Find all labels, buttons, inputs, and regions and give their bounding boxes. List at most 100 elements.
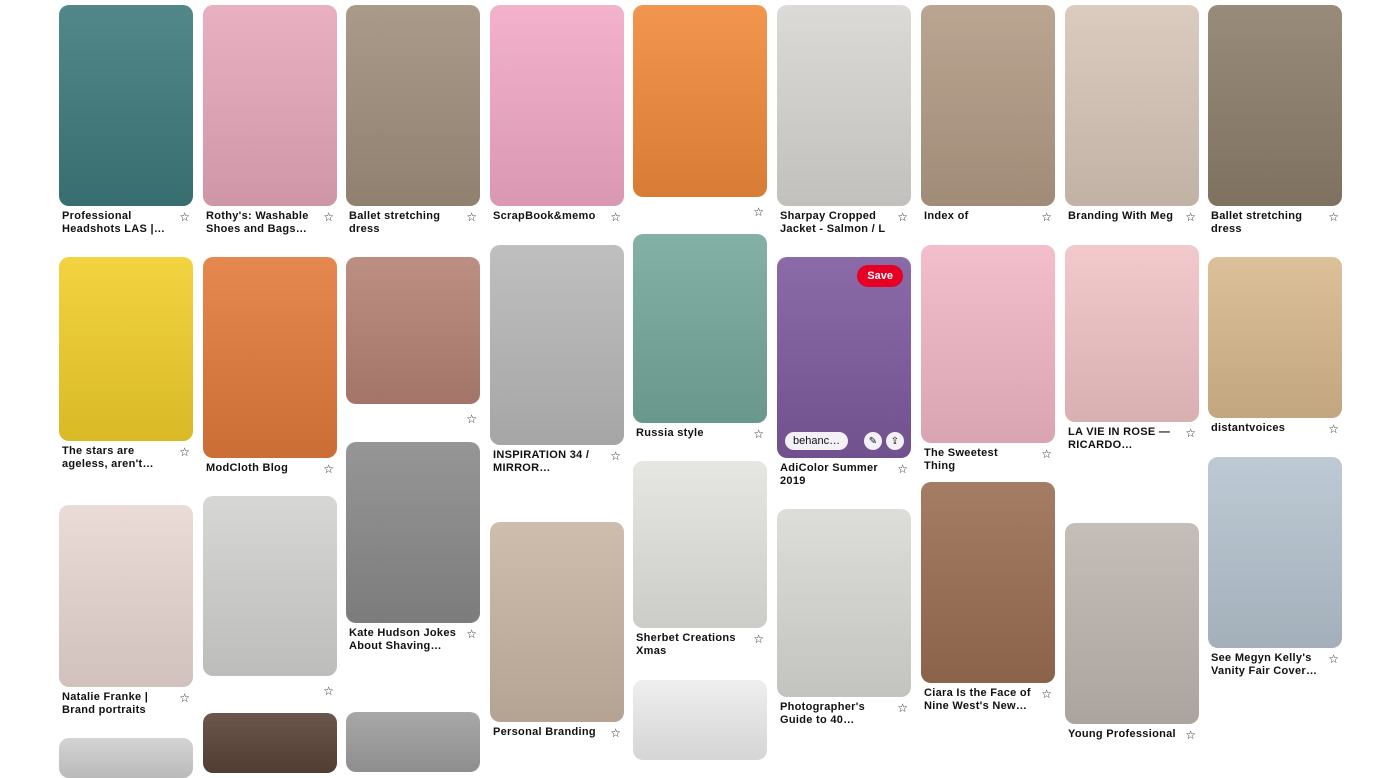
star-icon[interactable]: ☆ [897, 702, 908, 714]
pin-image[interactable] [59, 738, 193, 778]
pin-image[interactable] [203, 5, 337, 206]
star-icon[interactable]: ☆ [610, 211, 621, 223]
star-icon[interactable]: ☆ [1041, 448, 1052, 460]
pin-card[interactable]: Professional Headshots LAS |… ☆ [59, 5, 193, 236]
pin-card[interactable]: The Sweetest Thing ☆ [921, 245, 1055, 473]
pin-image[interactable] [777, 509, 911, 697]
pin-card[interactable]: INSPIRATION 34 / MIRROR… ☆ [490, 245, 624, 475]
pin-image[interactable] [1208, 457, 1342, 648]
star-icon[interactable]: ☆ [179, 446, 190, 458]
pin-title: LA VIE IN ROSE — RICARDO… [1068, 426, 1171, 451]
pin-card[interactable]: Photographer's Guide to 40… ☆ [777, 509, 911, 727]
pin-card[interactable]: ModCloth Blog ☆ [203, 257, 337, 475]
star-icon[interactable]: ☆ [466, 628, 477, 640]
pin-image[interactable]: Save behanc… ✎ ⇪ [777, 257, 911, 458]
pin-title: The Sweetest Thing [924, 447, 998, 472]
pin-image[interactable] [203, 257, 337, 458]
star-icon[interactable]: ☆ [1041, 688, 1052, 700]
pin-image[interactable] [490, 5, 624, 206]
pin-title: The stars are ageless, aren't… [62, 445, 154, 470]
star-icon[interactable]: ☆ [179, 692, 190, 704]
pin-image[interactable] [633, 234, 767, 423]
star-icon[interactable]: ☆ [1328, 423, 1339, 435]
star-icon[interactable]: ☆ [179, 211, 190, 223]
pin-image[interactable] [921, 5, 1055, 206]
pin-card[interactable]: Natalie Franke | Brand portraits ☆ [59, 505, 193, 717]
pin-card[interactable]: See Megyn Kelly's Vanity Fair Cover… ☆ [1208, 457, 1342, 678]
star-icon[interactable]: ☆ [897, 463, 908, 475]
star-icon[interactable]: ☆ [466, 211, 477, 223]
pin-image[interactable] [203, 713, 337, 773]
pin-card[interactable]: Young Professional ☆ [1065, 523, 1199, 741]
star-icon[interactable]: ☆ [1185, 427, 1196, 439]
pin-image[interactable] [59, 505, 193, 687]
pin-title: Professional Headshots LAS |… [62, 210, 166, 235]
pin-card[interactable]: Ballet stretching dress ☆ [1208, 5, 1342, 236]
pin-card[interactable]: distantvoices ☆ [1208, 257, 1342, 435]
pin-card[interactable]: Ballet stretching dress ☆ [346, 5, 480, 236]
pin-image[interactable] [346, 712, 480, 772]
star-icon[interactable]: ☆ [897, 211, 908, 223]
source-link[interactable]: behanc… [785, 432, 849, 450]
pin-card[interactable]: ☆ [633, 5, 767, 221]
star-icon[interactable]: ☆ [466, 412, 477, 426]
star-icon[interactable]: ☆ [323, 684, 334, 698]
edit-icon[interactable]: ✎ [864, 432, 882, 450]
pin-image[interactable] [633, 461, 767, 628]
pin-card[interactable]: Branding With Meg ☆ [1065, 5, 1199, 223]
pin-image[interactable] [1065, 5, 1199, 206]
pin-card[interactable]: Ciara Is the Face of Nine West's New… ☆ [921, 482, 1055, 713]
pin-card[interactable] [203, 713, 337, 773]
pin-card[interactable] [633, 680, 767, 760]
pin-card[interactable]: Save behanc… ✎ ⇪ AdiColor Summer 2019 ☆ [777, 257, 911, 488]
pin-image[interactable] [346, 5, 480, 206]
pin-card[interactable]: ScrapBook&memo ☆ [490, 5, 624, 223]
pin-image[interactable] [59, 257, 193, 441]
pin-image[interactable] [203, 496, 337, 676]
pin-card[interactable]: Sherbet Creations Xmas ☆ [633, 461, 767, 658]
pin-title: ModCloth Blog [206, 462, 289, 474]
pin-image[interactable] [346, 257, 480, 404]
pin-card[interactable] [59, 738, 193, 778]
pin-image[interactable] [1065, 245, 1199, 422]
pin-card[interactable]: Personal Branding ☆ [490, 522, 624, 739]
pin-image[interactable] [633, 5, 767, 197]
pin-image[interactable] [346, 442, 480, 623]
pin-card[interactable]: ☆ [203, 496, 337, 700]
star-icon[interactable]: ☆ [610, 450, 621, 462]
star-icon[interactable]: ☆ [1041, 211, 1052, 223]
star-icon[interactable]: ☆ [1328, 211, 1339, 223]
star-icon[interactable]: ☆ [753, 205, 764, 219]
pin-title: distantvoices [1211, 422, 1286, 434]
pin-card[interactable]: Russia style ☆ [633, 234, 767, 440]
pin-card[interactable]: Index of ☆ [921, 5, 1055, 223]
pin-image[interactable] [1065, 523, 1199, 724]
star-icon[interactable]: ☆ [753, 428, 764, 440]
star-icon[interactable]: ☆ [753, 633, 764, 645]
star-icon[interactable]: ☆ [610, 727, 621, 739]
pin-image[interactable] [777, 5, 911, 206]
pin-card[interactable]: LA VIE IN ROSE — RICARDO… ☆ [1065, 245, 1199, 452]
pin-card[interactable] [346, 712, 480, 772]
pin-card[interactable]: The stars are ageless, aren't… ☆ [59, 257, 193, 471]
star-icon[interactable]: ☆ [1185, 211, 1196, 223]
pin-card[interactable]: Kate Hudson Jokes About Shaving He… ☆ [346, 442, 480, 653]
pin-image[interactable] [633, 680, 767, 760]
pin-image[interactable] [1208, 257, 1342, 418]
pin-image[interactable] [1208, 5, 1342, 206]
pin-card[interactable]: Rothy's: Washable Shoes and Bags… ☆ [203, 5, 337, 236]
share-icon[interactable]: ⇪ [886, 432, 904, 450]
pin-title: Ballet stretching dress [349, 210, 441, 235]
pin-image[interactable] [490, 245, 624, 445]
pin-image[interactable] [490, 522, 624, 722]
star-icon[interactable]: ☆ [323, 211, 334, 223]
star-icon[interactable]: ☆ [323, 463, 334, 475]
pin-image[interactable] [59, 5, 193, 206]
pin-card[interactable]: Sharpay Cropped Jacket - Salmon / L ☆ [777, 5, 911, 236]
pin-card[interactable]: ☆ [346, 257, 480, 428]
pin-image[interactable] [921, 482, 1055, 683]
pin-image[interactable] [921, 245, 1055, 443]
save-button[interactable]: Save [857, 265, 903, 287]
star-icon[interactable]: ☆ [1328, 653, 1339, 665]
star-icon[interactable]: ☆ [1185, 729, 1196, 741]
